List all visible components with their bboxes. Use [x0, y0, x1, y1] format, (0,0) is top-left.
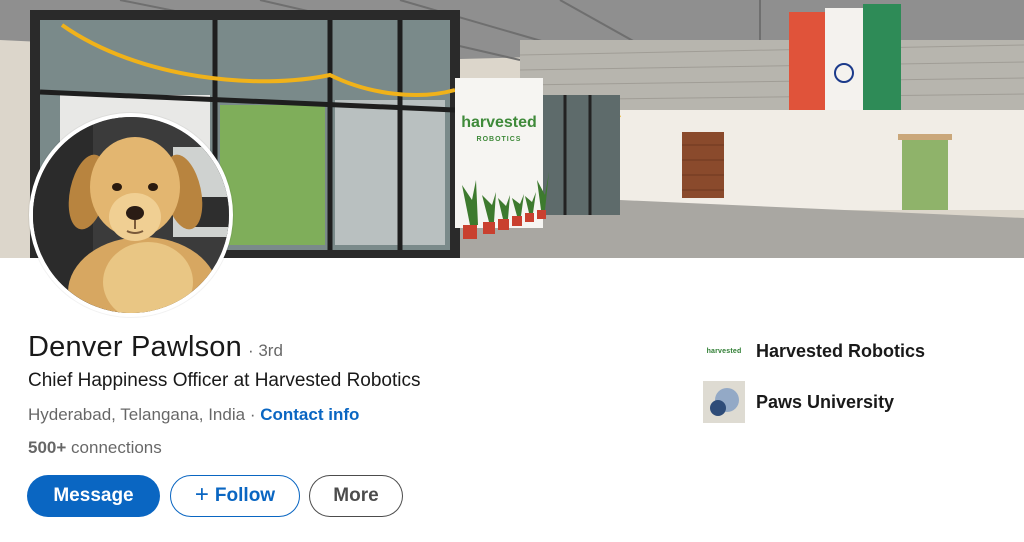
connections-label: connections [71, 438, 162, 457]
profile-headline: Chief Happiness Officer at Harvested Rob… [28, 370, 421, 391]
company-name: Harvested Robotics [756, 340, 926, 361]
follow-button[interactable]: + Follow [170, 475, 300, 517]
cover-sign-line2: ROBOTICS [477, 136, 522, 143]
profile-photo[interactable] [29, 113, 233, 317]
harvested-robotics-logo: harvested [703, 330, 745, 372]
profile-name-row: Denver Pawlson · 3rd [28, 331, 283, 364]
harvested-logo-text: harvested [706, 347, 742, 355]
message-button[interactable]: Message [27, 475, 160, 517]
connections-count[interactable]: 500+ connections [28, 438, 162, 458]
school-name: Paws University [756, 391, 895, 412]
education-link[interactable]: Paws University [703, 381, 894, 423]
cover-sign-line1: harvested [461, 114, 537, 131]
connections-number: 500+ [28, 438, 67, 457]
profile-name: Denver Pawlson [28, 331, 242, 363]
paws-university-logo [703, 381, 745, 423]
profile-location: Hyderabad, Telangana, India [28, 405, 246, 424]
separator-dot: · [249, 405, 256, 424]
current-company-link[interactable]: harvested Harvested Robotics [703, 330, 925, 372]
follow-label: Follow [214, 485, 276, 506]
connection-degree: · 3rd [247, 341, 283, 360]
contact-info-link[interactable]: Contact info [260, 405, 359, 424]
more-button[interactable]: More [309, 475, 403, 517]
golden-retriever-photo [33, 117, 229, 313]
plus-icon: + [194, 480, 209, 508]
location-row: Hyderabad, Telangana, India · Contact in… [28, 405, 359, 425]
